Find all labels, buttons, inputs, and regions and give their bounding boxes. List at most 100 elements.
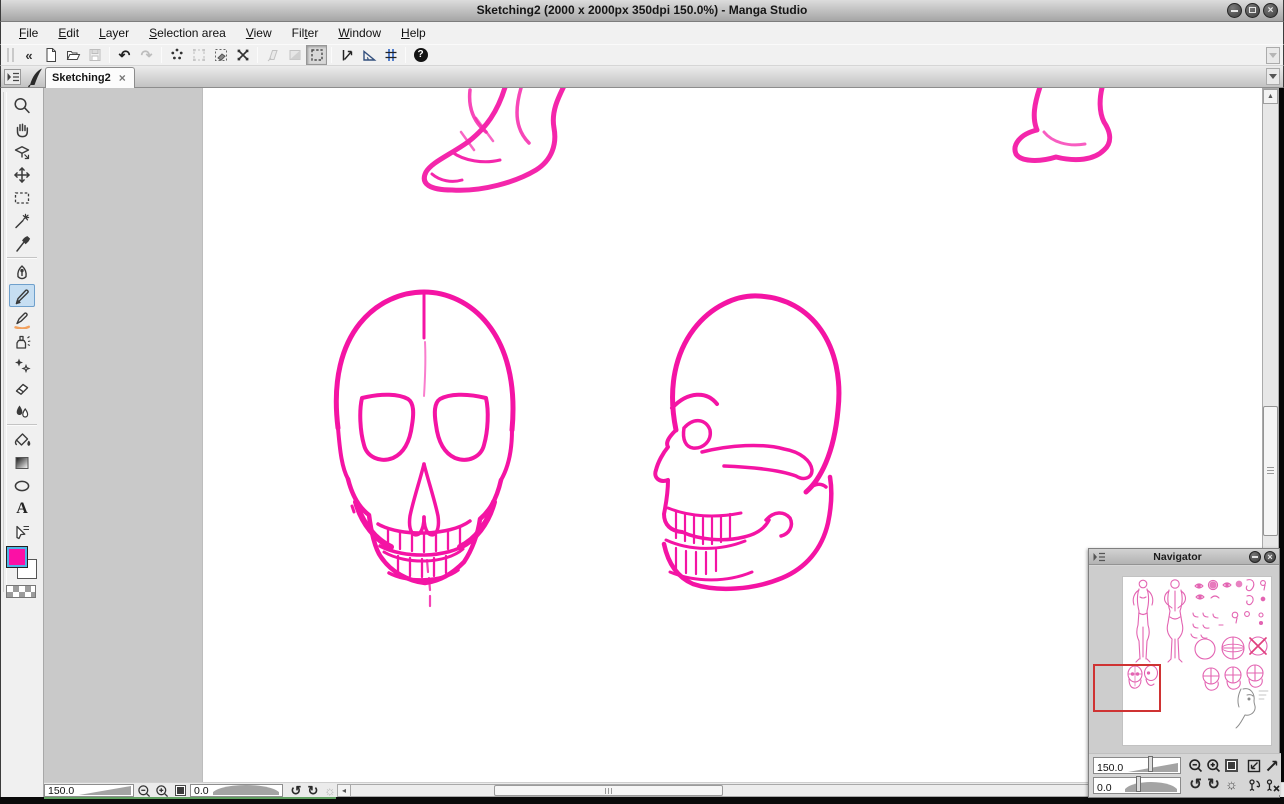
zoom-slider-field[interactable]: 150.0 <box>44 784 134 797</box>
angle-ruler-button[interactable] <box>358 45 379 65</box>
scroll-up-button[interactable]: ▲ <box>1263 89 1278 104</box>
open-file-button[interactable] <box>62 45 83 65</box>
tool-eyedropper[interactable] <box>9 232 35 255</box>
new-document-button[interactable] <box>40 45 61 65</box>
foreground-color-swatch[interactable] <box>7 547 27 567</box>
navigator-rotate-cw-button[interactable]: ↻ <box>1205 776 1222 793</box>
navigator-rotation-handle[interactable] <box>1136 776 1141 792</box>
tool-rotate-canvas[interactable] <box>9 140 35 163</box>
save-file-button[interactable] <box>84 45 105 65</box>
gradient-fill-button[interactable] <box>284 45 305 65</box>
eyedropper-icon <box>12 234 32 254</box>
selection-border-button[interactable] <box>306 45 327 65</box>
rotate-cw-icon: ↻ <box>308 784 319 797</box>
transparent-color-swatch[interactable] <box>6 585 36 598</box>
navigator-minimize-button[interactable] <box>1249 551 1261 563</box>
navigator-close-button[interactable]: × <box>1264 551 1276 563</box>
rotation-slider[interactable] <box>213 785 279 795</box>
menu-file[interactable]: File <box>9 23 48 44</box>
navigator-reset-display-button[interactable] <box>1263 776 1280 793</box>
navigator-zoom-slider[interactable] <box>1128 763 1178 772</box>
rotate-cw-button[interactable]: ↻ <box>305 783 321 798</box>
navigator-page-thumbnail[interactable] <box>1122 576 1272 746</box>
reset-view-button[interactable]: ☼ <box>322 783 338 798</box>
navigator-zoom-field[interactable]: 150.0 <box>1093 757 1181 774</box>
navigator-zoom-handle[interactable] <box>1148 756 1153 772</box>
rotate-ccw-button[interactable]: ↺ <box>288 783 304 798</box>
tab-close-icon[interactable]: × <box>119 73 126 83</box>
navigator-rotation-field[interactable]: 0.0 <box>1093 777 1181 794</box>
toolbar-separator <box>257 47 258 63</box>
line-ruler-button[interactable] <box>336 45 357 65</box>
window-maximize-button[interactable] <box>1245 3 1260 18</box>
fit-to-window-button[interactable] <box>172 783 188 798</box>
vertical-scrollbar-thumb[interactable] <box>1263 406 1278 536</box>
canvas-view[interactable] <box>44 88 1262 782</box>
redo-button[interactable]: ↷ <box>136 45 157 65</box>
navigator-zoom-out-button[interactable] <box>1187 757 1204 774</box>
navigator-fit-button[interactable] <box>1223 757 1240 774</box>
tool-fill[interactable] <box>9 428 35 451</box>
tab-sketching2[interactable]: Sketching2 × <box>45 67 135 88</box>
panel-menu-icon[interactable] <box>1092 551 1106 563</box>
mesh-transform-button[interactable] <box>232 45 253 65</box>
help-button[interactable]: ? <box>410 45 431 65</box>
window-close-button[interactable]: × <box>1263 3 1278 18</box>
transform-frame-button[interactable] <box>188 45 209 65</box>
tool-path-select[interactable] <box>9 520 35 543</box>
navigator-view-rectangle[interactable] <box>1093 664 1161 712</box>
menu-window[interactable]: Window <box>328 23 391 44</box>
tool-move[interactable] <box>9 163 35 186</box>
tool-pencil[interactable] <box>9 284 35 307</box>
undo-button[interactable]: ↶ <box>114 45 135 65</box>
zoom-slider[interactable] <box>79 786 131 795</box>
collapse-toolbar-button[interactable]: « <box>18 45 39 65</box>
palette-grip[interactable] <box>3 92 7 592</box>
navigator-rotation-slider[interactable] <box>1125 782 1177 792</box>
tool-zoom[interactable] <box>9 94 35 117</box>
tool-decoration[interactable] <box>9 353 35 376</box>
scatter-points-button[interactable] <box>166 45 187 65</box>
palette-toggle-button[interactable] <box>4 69 21 85</box>
scroll-left-button[interactable]: ◂ <box>338 785 351 796</box>
tabbar-overflow-button[interactable] <box>1266 68 1280 85</box>
tool-eraser[interactable] <box>9 376 35 399</box>
zoom-in-button[interactable] <box>154 783 170 798</box>
tool-ellipse[interactable] <box>9 474 35 497</box>
move-arrows-icon <box>12 165 32 185</box>
tool-gradient[interactable] <box>9 451 35 474</box>
rotation-slider-field[interactable]: 0.0 <box>190 784 283 797</box>
tool-ink[interactable] <box>9 330 35 353</box>
menu-help[interactable]: Help <box>391 23 436 44</box>
menu-filter[interactable]: Filter <box>282 23 329 44</box>
navigator-fit-screen-button[interactable] <box>1263 757 1280 774</box>
tool-text[interactable]: A <box>9 497 35 520</box>
navigator-actual-pixels-button[interactable] <box>1245 757 1262 774</box>
tool-magic-wand[interactable] <box>9 209 35 232</box>
menu-view[interactable]: View <box>236 23 282 44</box>
tool-pen[interactable] <box>9 261 35 284</box>
navigator-rotate-ccw-button[interactable]: ↺ <box>1187 776 1204 793</box>
tool-select-rectangle[interactable] <box>9 186 35 209</box>
erase-selection-button[interactable] <box>210 45 231 65</box>
navigator-flip-horizontal-button[interactable] <box>1245 776 1262 793</box>
menu-edit[interactable]: Edit <box>48 23 89 44</box>
navigator-reset-rotation-button[interactable]: ☼ <box>1223 776 1240 793</box>
navigator-thumbnail-area[interactable] <box>1089 566 1279 756</box>
ellipse-icon <box>12 476 32 496</box>
zoom-out-button[interactable] <box>136 783 152 798</box>
horizontal-scrollbar-thumb[interactable] <box>494 785 723 796</box>
tool-marker[interactable] <box>9 307 35 330</box>
eraser-selection-icon <box>213 47 229 63</box>
tool-hand[interactable] <box>9 117 35 140</box>
parallel-ruler-button[interactable] <box>380 45 401 65</box>
navigator-zoom-in-button[interactable] <box>1205 757 1222 774</box>
toolbar-overflow-button[interactable] <box>1266 47 1280 64</box>
tool-tone[interactable] <box>9 399 35 422</box>
shear-button[interactable] <box>262 45 283 65</box>
menu-layer[interactable]: Layer <box>89 23 139 44</box>
navigator-title-bar[interactable]: Navigator × <box>1089 549 1279 565</box>
menu-selection-area[interactable]: Selection area <box>139 23 236 44</box>
window-minimize-button[interactable] <box>1227 3 1242 18</box>
toolbar-grip[interactable] <box>7 48 14 62</box>
